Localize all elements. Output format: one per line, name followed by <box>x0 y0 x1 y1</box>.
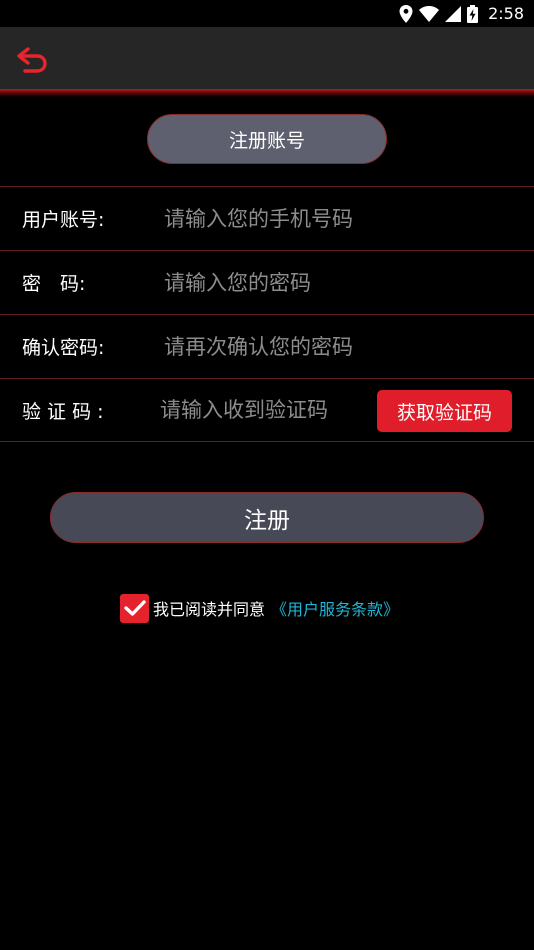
clock: 2:58 <box>488 4 524 23</box>
password-input[interactable] <box>164 270 384 295</box>
check-icon <box>123 600 146 616</box>
battery-charging-icon <box>467 4 479 23</box>
toolbar-glow <box>0 89 534 97</box>
wifi-icon <box>419 5 440 22</box>
location-icon <box>399 4 413 23</box>
verification-label: 验 证 码 : <box>22 400 104 423</box>
account-label: 用户账号: <box>22 209 105 231</box>
get-code-button[interactable]: 获取验证码 <box>377 390 512 432</box>
signal-icon <box>445 5 462 22</box>
back-button[interactable] <box>12 44 52 76</box>
confirm-password-input[interactable] <box>164 334 504 359</box>
confirm-password-row: 确认密码: <box>0 314 534 378</box>
page-title: 注册账号 <box>147 114 387 164</box>
status-bar: 2:58 <box>0 0 534 27</box>
confirm-password-label: 确认密码: <box>22 337 105 359</box>
password-row: 密 码: <box>0 250 534 314</box>
agreement-checkbox[interactable] <box>120 593 149 623</box>
verification-code-input[interactable] <box>160 398 360 422</box>
back-arrow-icon <box>17 47 47 73</box>
verification-row: 验 证 码 : 获取验证码 <box>0 378 534 442</box>
password-label: 密 码: <box>22 273 86 295</box>
account-input[interactable] <box>164 206 384 231</box>
agreement: 我已阅读并同意 《用户服务条款》 <box>120 593 399 623</box>
register-button[interactable]: 注册 <box>50 492 484 543</box>
account-row: 用户账号: <box>0 186 534 250</box>
agreement-text: 我已阅读并同意 <box>153 600 266 619</box>
toolbar <box>0 27 534 91</box>
terms-link[interactable]: 《用户服务条款》 <box>271 596 399 620</box>
